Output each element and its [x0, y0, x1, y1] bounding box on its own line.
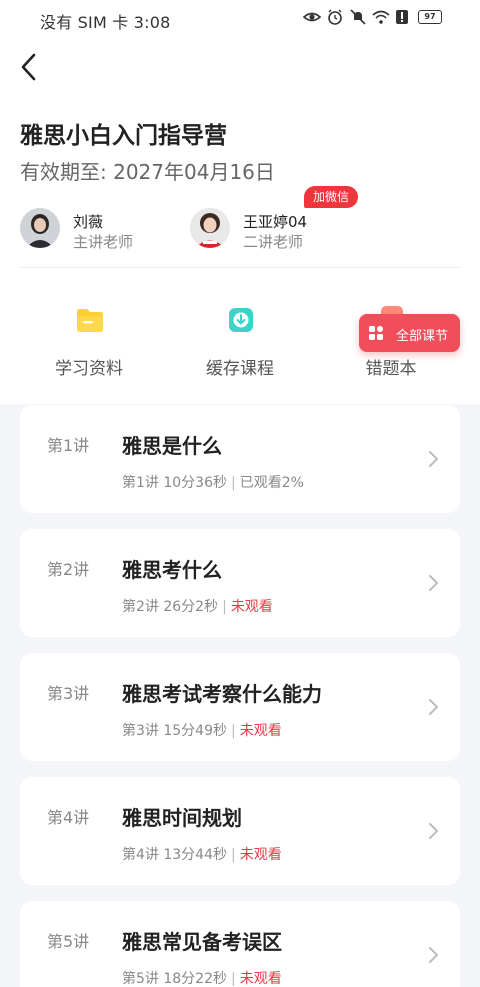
course-header-panel: 没有 SIM 卡 3:08 97 雅思小白入门指导营 有效期至: 2027年04… — [0, 0, 480, 404]
lesson-duration: 第5讲 18分22秒 — [122, 971, 227, 987]
lesson-status: 未观看 — [239, 847, 282, 863]
alert-icon — [395, 9, 413, 25]
lesson-title: 雅思考什么 — [122, 558, 222, 582]
action-label: 缓存课程 — [206, 359, 274, 379]
status-carrier-time: 没有 SIM 卡 3:08 — [40, 13, 171, 32]
chevron-right-icon — [429, 575, 438, 591]
separator: | — [231, 475, 236, 491]
lesson-status: 未观看 — [239, 723, 282, 739]
add-wechat-badge[interactable]: 加微信 — [304, 186, 359, 208]
study-materials-button[interactable]: 学习资料 — [34, 304, 144, 384]
teacher-second[interactable]: 王亚婷04 二讲老师 — [190, 208, 350, 252]
page-title: 雅思小白入门指导营 — [20, 123, 227, 149]
chevron-left-icon — [21, 53, 36, 81]
teacher-name: 刘薇 — [73, 213, 104, 231]
lesson-meta: 第5讲 18分22秒 | 未观看 — [122, 968, 282, 987]
download-icon — [225, 304, 257, 336]
teacher-name: 王亚婷04 — [243, 213, 308, 231]
lesson-duration: 第2讲 26分2秒 — [122, 599, 219, 615]
lesson-card[interactable]: 第5讲 雅思常见备考误区 第5讲 18分22秒 | 未观看 — [20, 901, 460, 987]
lesson-card[interactable]: 第1讲 雅思是什么 第1讲 10分36秒 | 已观看2% — [20, 405, 460, 513]
lesson-status: 未观看 — [230, 599, 273, 615]
mute-icon — [349, 9, 367, 25]
chevron-right-icon — [429, 451, 438, 467]
status-bar: 没有 SIM 卡 3:08 97 — [0, 0, 480, 36]
avatar — [20, 208, 60, 248]
separator: | — [222, 599, 227, 615]
chevron-right-icon — [429, 699, 438, 715]
lesson-number: 第1讲 — [47, 436, 90, 455]
lesson-meta: 第3讲 15分49秒 | 未观看 — [122, 720, 282, 740]
chevron-right-icon — [429, 947, 438, 963]
action-label: 学习资料 — [55, 359, 123, 379]
lesson-number: 第5讲 — [47, 932, 90, 951]
lesson-card[interactable]: 第3讲 雅思考试考察什么能力 第3讲 15分49秒 | 未观看 — [20, 653, 460, 761]
separator: | — [231, 847, 236, 863]
battery-icon: 97 — [418, 10, 442, 24]
valid-until-text: 有效期至: 2027年04月16日 — [20, 160, 275, 184]
lesson-number: 第4讲 — [47, 808, 90, 827]
lesson-card[interactable]: 第2讲 雅思考什么 第2讲 26分2秒 | 未观看 — [20, 529, 460, 637]
avatar — [190, 208, 230, 248]
lesson-meta: 第1讲 10分36秒 | 已观看2% — [122, 472, 304, 492]
separator: | — [231, 723, 236, 739]
teacher-role: 二讲老师 — [243, 233, 304, 251]
lesson-status: 已观看2% — [239, 475, 304, 491]
separator: | — [231, 971, 236, 987]
action-label: 错题本 — [365, 359, 417, 379]
lesson-number: 第3讲 — [47, 684, 90, 703]
divider — [20, 267, 460, 268]
lesson-meta: 第2讲 26分2秒 | 未观看 — [122, 596, 273, 616]
alarm-icon — [326, 9, 344, 25]
back-button[interactable] — [16, 52, 44, 82]
lesson-duration: 第3讲 15分49秒 — [122, 723, 227, 739]
lesson-number: 第2讲 — [47, 560, 90, 579]
grid-icon — [369, 326, 383, 340]
all-lessons-label: 全部课节 — [396, 329, 449, 344]
lesson-duration: 第4讲 13分44秒 — [122, 847, 227, 863]
status-icons: 97 — [302, 9, 442, 25]
lesson-duration: 第1讲 10分36秒 — [122, 475, 227, 491]
lesson-title: 雅思常见备考误区 — [122, 930, 282, 954]
lesson-title: 雅思考试考察什么能力 — [122, 682, 322, 706]
teacher-main[interactable]: 刘薇 主讲老师 — [20, 208, 180, 252]
lesson-card[interactable]: 第4讲 雅思时间规划 第4讲 13分44秒 | 未观看 — [20, 777, 460, 885]
lesson-title: 雅思时间规划 — [122, 806, 242, 830]
eye-icon — [302, 9, 322, 25]
wifi-icon — [372, 9, 390, 25]
lesson-status: 未观看 — [239, 971, 282, 987]
lesson-meta: 第4讲 13分44秒 | 未观看 — [122, 844, 282, 864]
chevron-right-icon — [429, 823, 438, 839]
all-lessons-button[interactable]: 全部课节 — [359, 314, 460, 352]
lesson-title: 雅思是什么 — [122, 434, 222, 458]
folder-icon — [74, 304, 106, 336]
cached-courses-button[interactable]: 缓存课程 — [185, 304, 295, 384]
teacher-role: 主讲老师 — [73, 233, 134, 251]
